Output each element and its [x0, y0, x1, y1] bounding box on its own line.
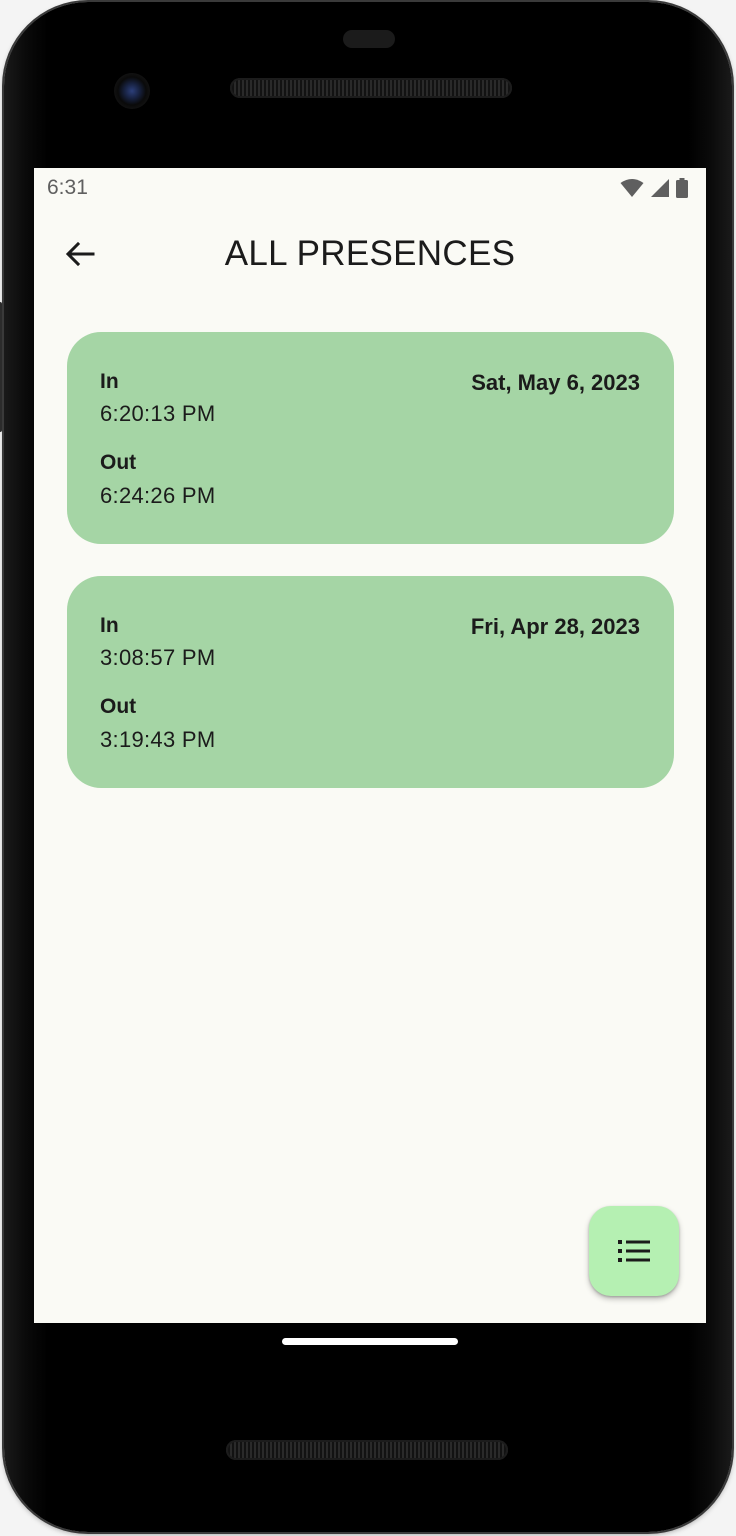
presence-date: Fri, Apr 28, 2023 [470, 614, 640, 639]
battery-icon [676, 178, 688, 198]
in-label: In [100, 614, 119, 637]
phone-top-slot [343, 30, 395, 48]
presence-card[interactable]: In Sat, May 6, 2023 6:20:13 PM Out 6:24:… [67, 332, 674, 544]
side-button [0, 302, 2, 432]
out-label: Out [100, 695, 137, 718]
list-fab-button[interactable] [589, 1206, 679, 1296]
presence-card[interactable]: In Fri, Apr 28, 2023 3:08:57 PM Out 3:19… [67, 576, 674, 788]
wifi-icon [620, 179, 644, 197]
front-camera [114, 73, 150, 109]
home-indicator[interactable] [282, 1338, 458, 1345]
status-bar-time: 6:31 [47, 176, 88, 199]
presence-date: Sat, May 6, 2023 [471, 370, 640, 395]
list-icon [618, 1240, 650, 1262]
in-label: In [100, 370, 119, 393]
status-bar-icons [620, 178, 688, 198]
bottom-speaker [226, 1440, 508, 1460]
top-speaker [230, 78, 512, 98]
in-time: 3:08:57 PM [100, 645, 216, 670]
page-title: ALL PRESENCES [224, 234, 516, 273]
app-screen: 6:31 ALL PRESENCES In Sat, May 6, 2023 6… [34, 168, 706, 1323]
out-label: Out [100, 451, 137, 474]
out-time: 3:19:43 PM [100, 727, 216, 752]
out-time: 6:24:26 PM [100, 483, 216, 508]
in-time: 6:20:13 PM [100, 401, 216, 426]
cellular-signal-icon [651, 179, 669, 197]
